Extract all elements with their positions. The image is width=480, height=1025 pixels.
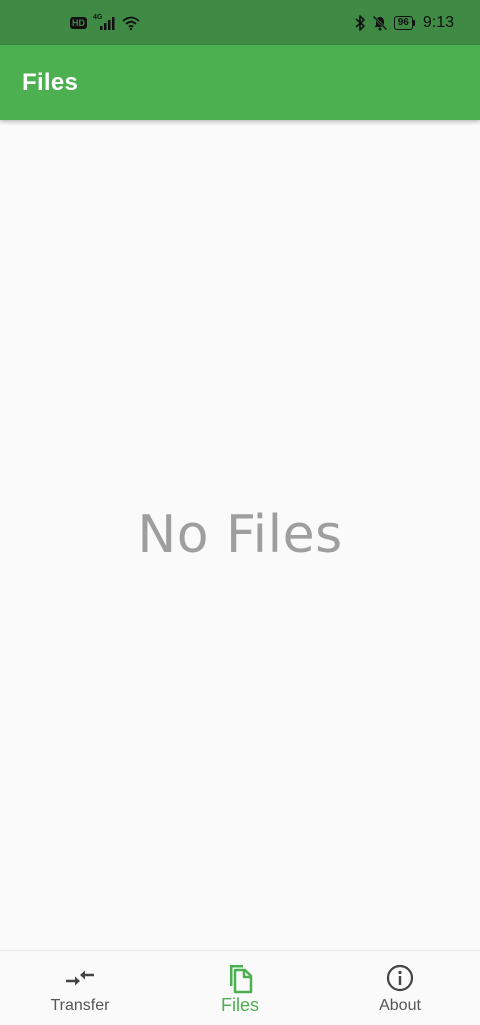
battery-tip [412,19,415,26]
battery-icon: 96 [393,15,415,30]
app-bar: Files [0,45,480,120]
info-icon [385,963,415,993]
bottom-navigation: Transfer Files About [0,950,480,1025]
files-content-area: No Files [0,120,480,950]
hd-icon: HD [70,14,87,32]
files-icon [225,963,255,994]
transfer-icon [65,963,95,993]
page-title: Files [22,68,79,96]
empty-state-message: No Files [137,505,343,565]
cellular-signal-icon: 4G [93,14,116,32]
hd-badge-label: HD [70,16,87,29]
status-clock: 9:13 [422,13,454,31]
nav-label-transfer: Transfer [50,997,110,1014]
nav-item-about[interactable]: About [320,951,480,1025]
app-screen: HD 4G 96 9:13 Files No Files Transfer Fi… [0,0,480,1025]
nav-item-transfer[interactable]: Transfer [0,951,160,1025]
nav-label-about: About [379,997,421,1014]
status-bar-right: 96 9:13 [354,14,454,32]
nav-item-files[interactable]: Files [160,951,320,1025]
network-type-label: 4G [93,14,103,21]
status-bar: HD 4G 96 9:13 [0,0,480,45]
bluetooth-icon [354,14,366,32]
status-bar-left: HD 4G [70,14,140,32]
wifi-icon [122,14,140,32]
battery-level: 96 [393,15,413,30]
nav-label-files: Files [220,995,259,1015]
notifications-muted-icon [372,14,388,32]
